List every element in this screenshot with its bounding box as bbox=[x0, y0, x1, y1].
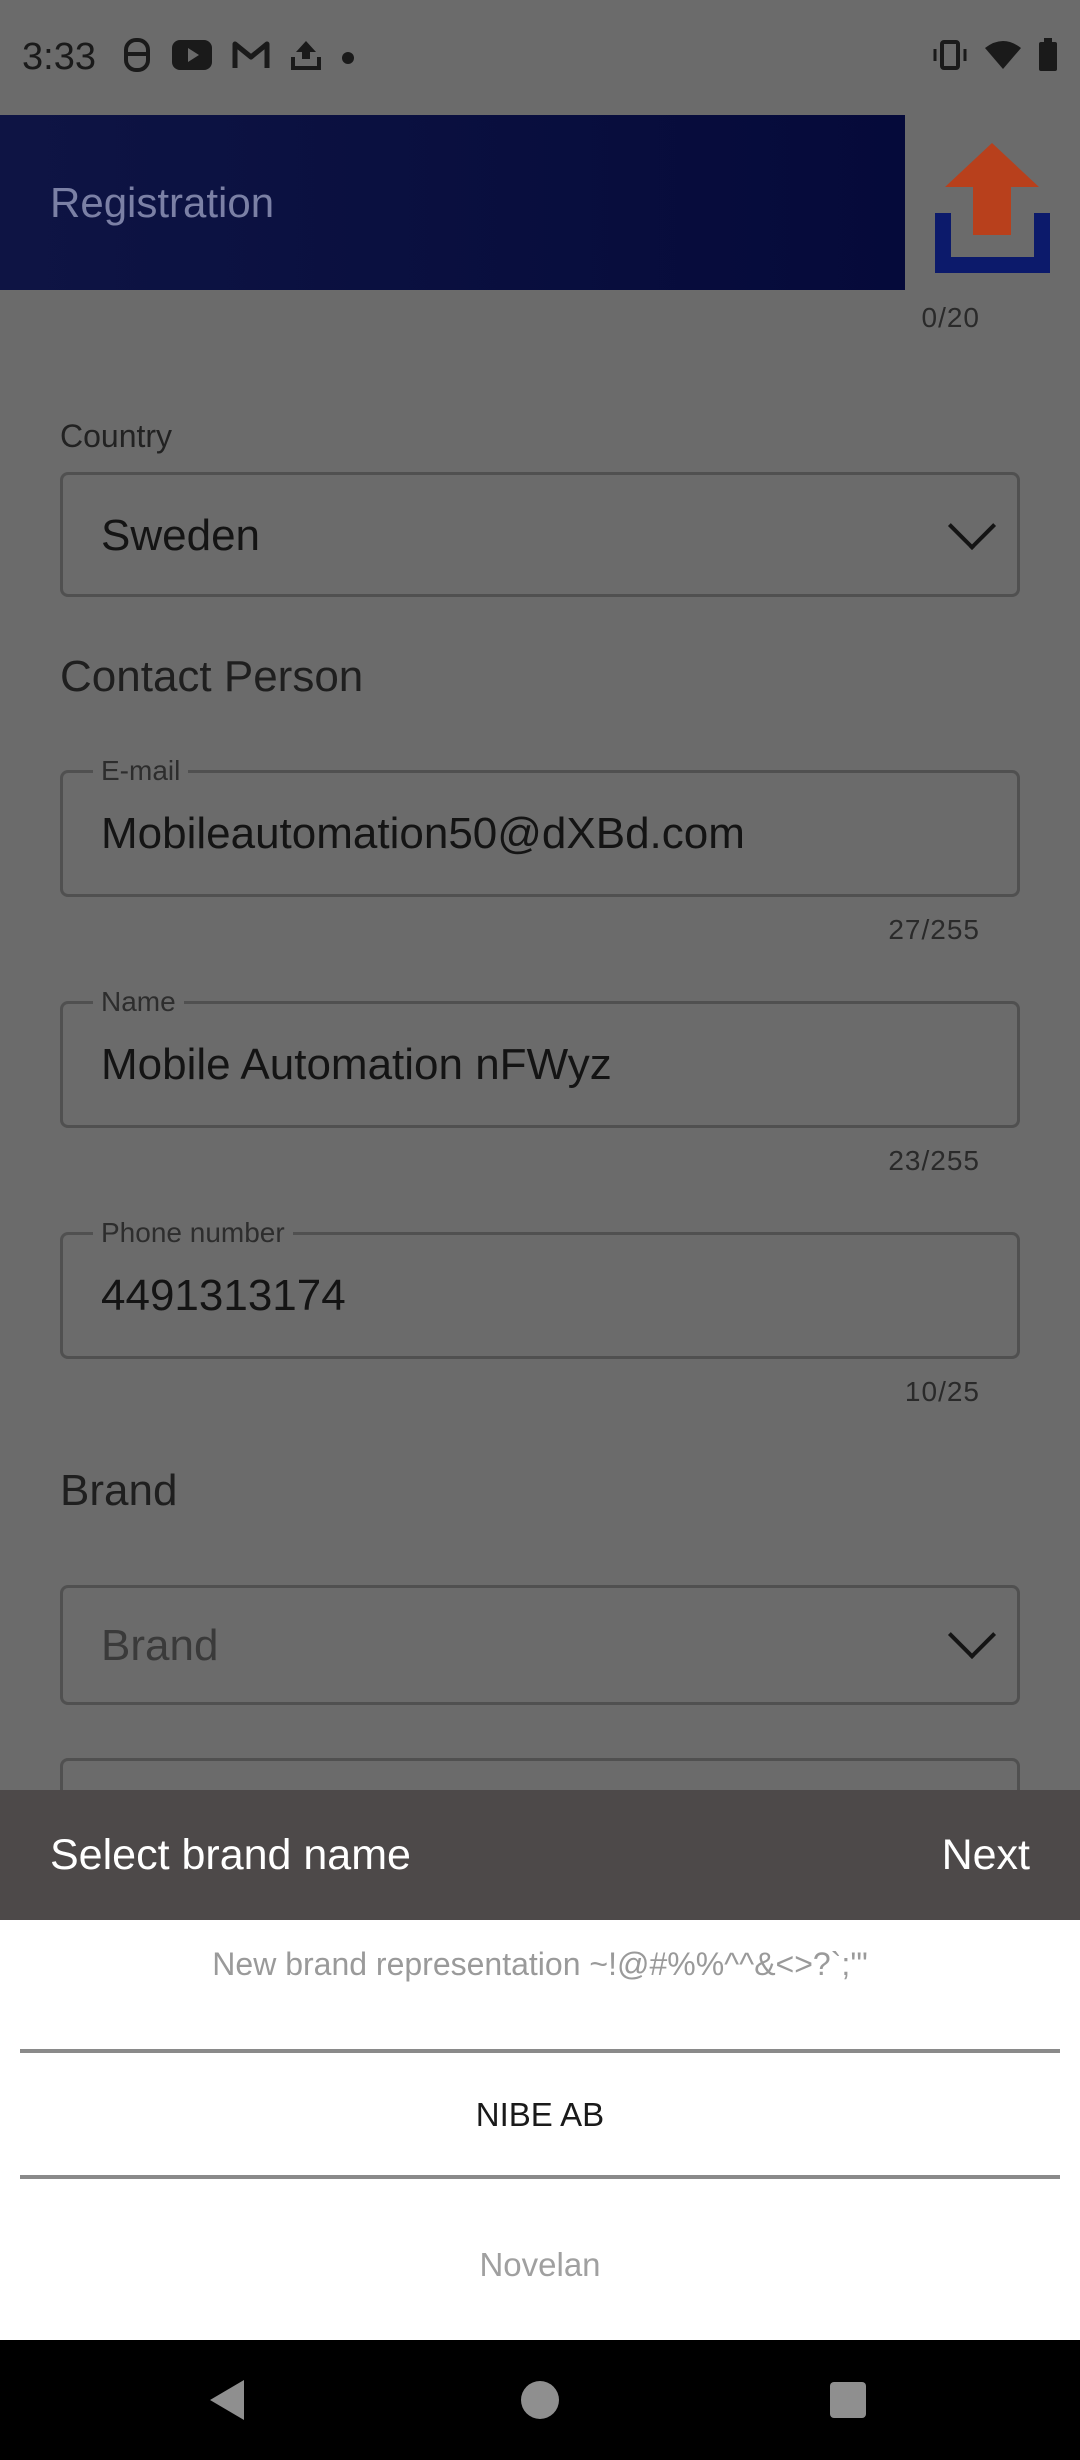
brand-picker[interactable]: New brand representation ~!@#%%^^&<>?`;'… bbox=[0, 1920, 1080, 2340]
brand-placeholder: Brand bbox=[101, 1621, 219, 1670]
picker-option[interactable]: Novelan bbox=[0, 2246, 1080, 2284]
notification-icons bbox=[122, 38, 354, 77]
email-counter: 27/255 bbox=[888, 914, 980, 945]
dot-icon bbox=[341, 51, 354, 64]
upload-icon bbox=[290, 39, 322, 76]
accessibility-icon bbox=[122, 38, 152, 77]
name-counter: 23/255 bbox=[888, 1145, 980, 1176]
picker-title: Select brand name bbox=[50, 1830, 411, 1879]
name-label: Name bbox=[93, 986, 184, 1018]
brand-section-title: Brand bbox=[60, 1466, 178, 1515]
gmail-icon bbox=[232, 40, 270, 75]
registration-form: 0/20 Country Sweden Contact Person E-mai… bbox=[0, 290, 1080, 1818]
chevron-down-icon bbox=[947, 501, 997, 551]
country-value: Sweden bbox=[101, 511, 261, 560]
navigation-bar bbox=[0, 2340, 1080, 2460]
wifi-icon bbox=[984, 40, 1022, 75]
email-field[interactable]: E-mail Mobileautomation50@dXBd.com bbox=[60, 755, 1020, 897]
contact-section-title: Contact Person bbox=[60, 652, 364, 701]
page-title: Registration bbox=[50, 178, 275, 226]
system-icons bbox=[932, 38, 1058, 77]
recents-icon[interactable] bbox=[830, 2382, 866, 2418]
phone-field[interactable]: Phone number 4491313174 bbox=[60, 1217, 1020, 1359]
home-icon[interactable] bbox=[521, 2381, 559, 2419]
name-field[interactable]: Name Mobile Automation nFWyz bbox=[60, 986, 1020, 1128]
status-bar: 3:33 bbox=[0, 0, 1080, 115]
back-icon[interactable] bbox=[210, 2380, 244, 2420]
battery-icon bbox=[1038, 38, 1058, 77]
name-value: Mobile Automation nFWyz bbox=[101, 1040, 612, 1089]
picker-header: Select brand name Next bbox=[0, 1790, 1080, 1920]
status-time: 3:33 bbox=[22, 36, 96, 78]
brand-select[interactable]: Brand bbox=[60, 1585, 1020, 1705]
next-button[interactable]: Next bbox=[942, 1831, 1030, 1880]
country-label: Country bbox=[60, 418, 173, 454]
youtube-icon bbox=[171, 40, 212, 75]
email-value: Mobileautomation50@dXBd.com bbox=[101, 809, 745, 858]
upload-logo-icon[interactable] bbox=[905, 115, 1080, 290]
char-counter: 0/20 bbox=[921, 302, 980, 333]
chevron-down-icon bbox=[947, 1610, 997, 1660]
country-select[interactable]: Sweden bbox=[60, 472, 1020, 597]
email-label: E-mail bbox=[93, 755, 189, 787]
phone-label: Phone number bbox=[93, 1217, 293, 1249]
vibrate-icon bbox=[932, 40, 968, 75]
selection-divider-top bbox=[20, 2049, 1060, 2053]
phone-value: 4491313174 bbox=[101, 1271, 346, 1320]
phone-counter: 10/25 bbox=[904, 1376, 980, 1407]
selection-divider-bottom bbox=[20, 2175, 1060, 2179]
picker-option-selected[interactable]: NIBE AB bbox=[0, 2096, 1080, 2134]
picker-option[interactable]: New brand representation ~!@#%%^^&<>?`;'… bbox=[0, 1946, 1080, 1983]
app-bar: Registration bbox=[0, 115, 905, 290]
